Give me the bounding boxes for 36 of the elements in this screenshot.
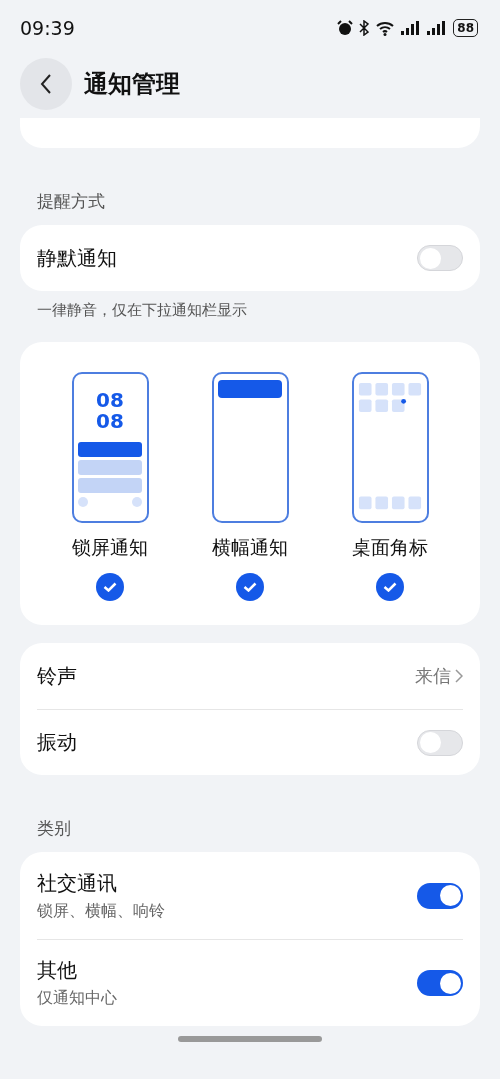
toggle-switch[interactable] [417, 882, 463, 909]
lockscreen-phone-drawing: 08 08 [71, 372, 149, 523]
alarm-icon [337, 20, 354, 36]
checkbox[interactable] [376, 573, 404, 601]
setting-title: 铃声 [37, 662, 77, 690]
checkbox[interactable] [96, 573, 124, 601]
toggle-switch[interactable] [417, 970, 463, 996]
checkmark-icon [103, 582, 117, 592]
back-icon [40, 73, 52, 95]
chevron-icon [455, 669, 463, 683]
setting-title: 静默通知 [37, 244, 117, 272]
toggle-switch[interactable] [417, 245, 463, 271]
section-label: 提醒方式 [36, 190, 106, 213]
checkmark-icon [243, 582, 257, 592]
checkbox[interactable] [236, 573, 264, 601]
setting-value[interactable]: 来信 [415, 664, 451, 688]
setting-note: 一律静音，仅在下拉通知栏显示 [36, 301, 248, 320]
style-label: 横幅通知 [212, 535, 288, 560]
bluetooth-icon [359, 20, 370, 36]
setting-title: 振动 [37, 729, 77, 756]
toggle-switch[interactable] [417, 729, 463, 756]
battery-level: 88 [453, 19, 478, 37]
setting-subtitle: 锁屏、横幅、响铃 [37, 900, 165, 922]
status-time: 09:39 [20, 17, 75, 39]
style-label: 锁屏通知 [72, 535, 148, 560]
back-button[interactable] [20, 58, 72, 110]
section-label: 类别 [36, 817, 72, 840]
checkmark-icon [383, 582, 397, 592]
page-title: 通知管理 [84, 69, 180, 100]
setting-title: 社交通讯 [37, 869, 118, 897]
setting-title: 其他 [37, 957, 78, 984]
style-label: 桌面角标 [352, 535, 428, 560]
signal-icon [401, 21, 422, 35]
signal-icon [427, 21, 448, 35]
wifi-icon [375, 20, 396, 36]
setting-subtitle: 仅通知中心 [37, 988, 117, 1009]
